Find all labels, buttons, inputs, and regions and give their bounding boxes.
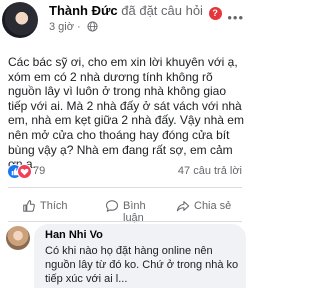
speech-bubble-icon	[105, 200, 119, 212]
author-line: Thành Đức đã đặt câu hỏi ?	[49, 3, 222, 20]
comment-text: Có khi nào họ đặt hàng online nên nguồn …	[45, 245, 239, 285]
thumbs-up-icon	[23, 200, 35, 212]
comment-author[interactable]: Han Nhi Vo	[45, 229, 103, 241]
comment-item: Han Nhi Vo Có khi nào họ đặt hàng online…	[0, 222, 250, 288]
post-action-text: đã đặt câu hỏi	[121, 3, 203, 18]
love-reaction-icon	[17, 164, 32, 179]
author-name[interactable]: Thành Đức	[49, 3, 118, 18]
globe-icon	[87, 21, 98, 32]
post-meta: 3 giờ ·	[49, 21, 98, 33]
post-header: Thành Đức đã đặt câu hỏi ? 3 giờ · •••	[0, 0, 250, 40]
heart-glyph-icon	[20, 168, 29, 176]
divider	[8, 187, 242, 188]
author-avatar[interactable]	[2, 2, 38, 38]
post-time[interactable]: 3 giờ	[49, 21, 74, 33]
meta-separator: ·	[77, 21, 84, 33]
post-actions: Thích Bình luận Chia sẻ	[0, 191, 250, 224]
reactions-row: 79 47 câu trả lời	[0, 162, 250, 182]
commenter-avatar[interactable]	[6, 226, 30, 250]
reaction-count[interactable]: 79	[33, 165, 45, 177]
comment-count[interactable]: 47 câu trả lời	[178, 165, 242, 177]
like-button[interactable]: Thích	[0, 191, 83, 221]
share-button-label: Chia sẻ	[194, 200, 232, 212]
like-button-label: Thích	[40, 200, 68, 212]
share-arrow-icon	[176, 201, 190, 212]
comment-button[interactable]: Bình luận	[83, 191, 166, 224]
share-button[interactable]: Chia sẻ	[166, 191, 249, 221]
comment-bubble: Han Nhi Vo Có khi nào họ đặt hàng online…	[34, 224, 246, 288]
more-dots-icon[interactable]: •••	[227, 10, 244, 25]
post-body: Các bác sỹ ơi, cho em xin lời khuyên với…	[8, 55, 244, 172]
question-badge-icon: ?	[208, 7, 222, 20]
